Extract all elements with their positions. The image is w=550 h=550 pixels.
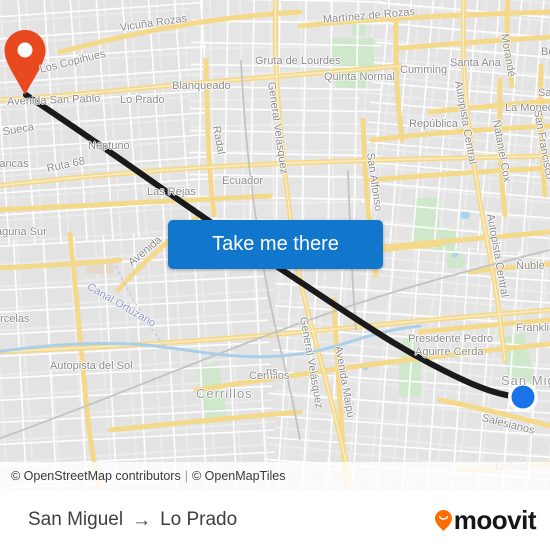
route-destination-label: Lo Prado [160, 509, 238, 530]
route-origin-label: San Miguel [28, 509, 124, 530]
moovit-route-card: Vicuña Rozas Los Copihues Avenida San Pabl… [0, 0, 550, 550]
route-summary: San Miguel → Lo Prado [28, 509, 237, 531]
attribution-maptiles[interactable]: © OpenMapTiles [192, 469, 286, 483]
footer-bar: San Miguel → Lo Prado moovit [0, 490, 550, 550]
map-canvas[interactable]: Vicuña Rozas Los Copihues Avenida San Pabl… [0, 0, 550, 490]
arrow-right-icon: → [132, 509, 152, 531]
attribution-separator: | [184, 469, 188, 483]
destination-marker-dot[interactable] [508, 382, 538, 412]
attribution-osm[interactable]: © OpenStreetMap contributors [11, 469, 181, 483]
moovit-pin-icon [434, 509, 452, 531]
moovit-logo[interactable]: moovit [434, 505, 537, 535]
map-attribution: © OpenStreetMap contributors | © OpenMap… [0, 462, 550, 490]
moovit-wordmark: moovit [453, 505, 537, 535]
take-me-there-button[interactable]: Take me there [168, 220, 383, 269]
